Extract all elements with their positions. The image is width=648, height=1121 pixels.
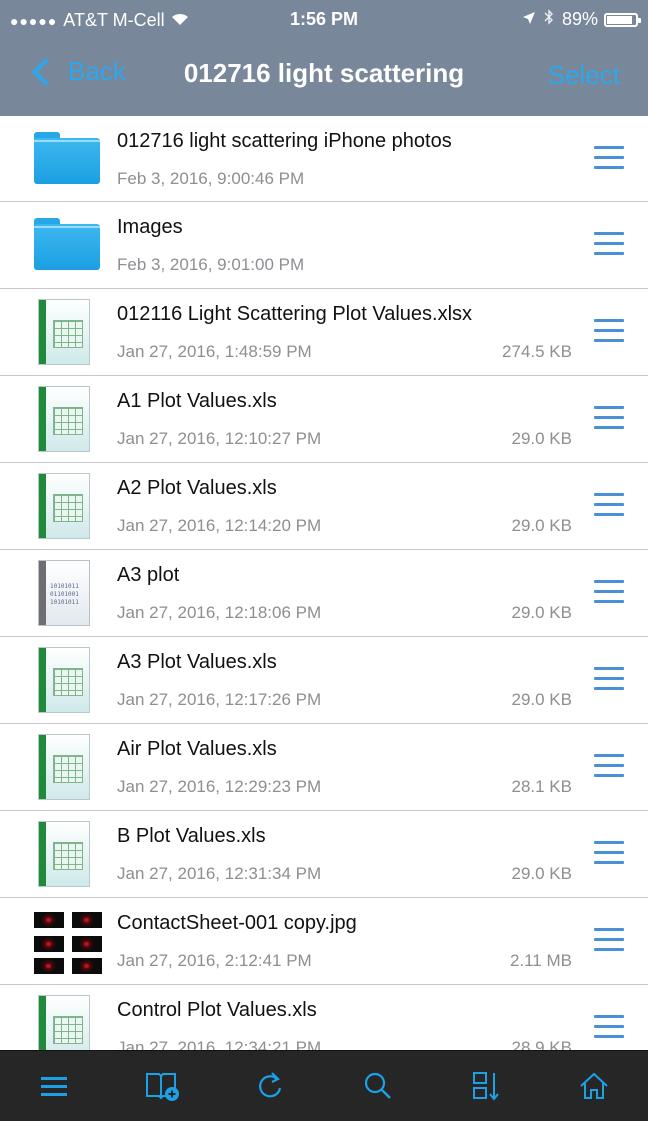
row-menu-icon[interactable]	[594, 319, 624, 343]
home-icon	[580, 1072, 608, 1099]
file-row[interactable]: B Plot Values.xls Jan 27, 2016, 12:31:34 …	[0, 811, 648, 898]
refresh-button[interactable]	[216, 1051, 324, 1121]
file-date: Jan 27, 2016, 1:48:59 PM	[117, 342, 312, 361]
row-menu-icon[interactable]	[594, 667, 624, 691]
spreadsheet-icon	[34, 821, 102, 887]
file-name: A3 plot	[117, 564, 180, 586]
file-row[interactable]: ContactSheet-001 copy.jpg Jan 27, 2016, 2…	[0, 898, 648, 985]
refresh-icon	[259, 1072, 282, 1098]
file-size: 28.9 KB	[511, 1038, 573, 1050]
row-menu-icon[interactable]	[594, 406, 624, 430]
folder-icon	[34, 212, 102, 278]
row-menu-icon[interactable]	[594, 928, 624, 952]
file-name: A1 Plot Values.xls	[117, 390, 277, 412]
file-row[interactable]: A1 Plot Values.xls Jan 27, 2016, 12:10:27…	[0, 376, 648, 463]
file-name: Control Plot Values.xls	[117, 999, 317, 1021]
status-right: 89%	[522, 9, 641, 30]
navigation-bar: Back 012716 light scattering Select	[0, 40, 648, 116]
file-name: Images	[117, 216, 183, 238]
spreadsheet-icon	[34, 386, 102, 452]
file-name: Air Plot Values.xls	[117, 738, 277, 760]
battery-percent: 89%	[561, 9, 598, 29]
location-arrow-icon	[522, 11, 536, 29]
file-row[interactable]: Control Plot Values.xls Jan 27, 2016, 12:…	[0, 985, 648, 1050]
file-date: Jan 27, 2016, 12:17:26 PM	[117, 690, 322, 709]
spreadsheet-icon	[34, 734, 102, 800]
row-menu-icon[interactable]	[594, 232, 624, 256]
file-name: 012716 light scattering iPhone photos	[117, 130, 452, 152]
file-size: 29.0 KB	[511, 690, 573, 709]
sort-icon	[473, 1072, 499, 1101]
folder-icon	[34, 126, 102, 192]
image-thumbnail-icon	[34, 908, 104, 974]
binary-file-icon: 10101011 01101001 10101011	[34, 560, 102, 626]
file-date: Jan 27, 2016, 12:34:21 PM	[117, 1038, 322, 1050]
file-date: Jan 27, 2016, 12:14:20 PM	[117, 516, 322, 535]
select-button[interactable]: Select	[548, 60, 620, 91]
file-row[interactable]: 10101011 01101001 10101011 A3 plot Jan 27, 2…	[0, 550, 648, 637]
file-size: 29.0 KB	[511, 864, 573, 883]
row-menu-icon[interactable]	[594, 841, 624, 865]
file-name: B Plot Values.xls	[117, 825, 266, 847]
search-button[interactable]	[324, 1051, 432, 1121]
row-menu-icon[interactable]	[594, 493, 624, 517]
file-name: A3 Plot Values.xls	[117, 651, 277, 673]
file-row[interactable]: 012716 light scattering iPhone photos Feb…	[0, 116, 648, 202]
spreadsheet-icon	[34, 647, 102, 713]
search-icon	[364, 1072, 391, 1099]
bottom-toolbar	[0, 1050, 648, 1121]
file-date: Jan 27, 2016, 12:18:06 PM	[117, 603, 322, 622]
file-size: 29.0 KB	[511, 429, 573, 448]
file-date: Jan 27, 2016, 12:31:34 PM	[117, 864, 322, 883]
file-list: 012716 light scattering iPhone photos Feb…	[0, 116, 648, 1050]
row-menu-icon[interactable]	[594, 146, 624, 170]
file-date: Feb 3, 2016, 9:01:00 PM	[117, 255, 305, 274]
file-date: Feb 3, 2016, 9:00:46 PM	[117, 169, 305, 188]
row-menu-icon[interactable]	[594, 1015, 624, 1039]
file-date: Jan 27, 2016, 12:10:27 PM	[117, 429, 322, 448]
file-name: 012116 Light Scattering Plot Values.xlsx	[117, 303, 473, 325]
home-button[interactable]	[540, 1051, 648, 1121]
file-row[interactable]: A3 Plot Values.xls Jan 27, 2016, 12:17:26…	[0, 637, 648, 724]
menu-icon	[41, 1077, 67, 1096]
file-size: 274.5 KB	[502, 342, 572, 361]
file-date: Jan 27, 2016, 2:12:41 PM	[117, 951, 312, 970]
file-name: ContactSheet-001 copy.jpg	[117, 912, 357, 934]
bluetooth-icon	[544, 9, 554, 30]
spreadsheet-icon	[34, 473, 102, 539]
file-date: Jan 27, 2016, 12:29:23 PM	[117, 777, 322, 796]
file-size: 2.11 MB	[509, 951, 572, 970]
file-size: 29.0 KB	[511, 603, 573, 622]
spreadsheet-icon	[34, 995, 102, 1050]
file-size: 29.0 KB	[511, 516, 573, 535]
new-book-button[interactable]	[108, 1051, 216, 1121]
file-row[interactable]: A2 Plot Values.xls Jan 27, 2016, 12:14:20…	[0, 463, 648, 550]
row-menu-icon[interactable]	[594, 580, 624, 604]
status-bar: ●●●●● AT&T M-Cell 1:56 PM 89%	[0, 0, 648, 40]
sort-button[interactable]	[432, 1051, 540, 1121]
row-menu-icon[interactable]	[594, 754, 624, 778]
new-book-icon	[146, 1073, 179, 1101]
battery-level	[607, 15, 632, 24]
spreadsheet-icon	[34, 299, 102, 365]
file-size: 28.1 KB	[511, 777, 573, 796]
file-row[interactable]: Images Feb 3, 2016, 9:01:00 PM	[0, 202, 648, 289]
menu-button[interactable]	[0, 1051, 108, 1121]
header: ●●●●● AT&T M-Cell 1:56 PM 89% Back 01271…	[0, 0, 648, 116]
file-row[interactable]: Air Plot Values.xls Jan 27, 2016, 12:29:2…	[0, 724, 648, 811]
battery-icon	[604, 12, 641, 27]
file-row[interactable]: 012116 Light Scattering Plot Values.xlsx…	[0, 289, 648, 376]
file-name: A2 Plot Values.xls	[117, 477, 277, 499]
